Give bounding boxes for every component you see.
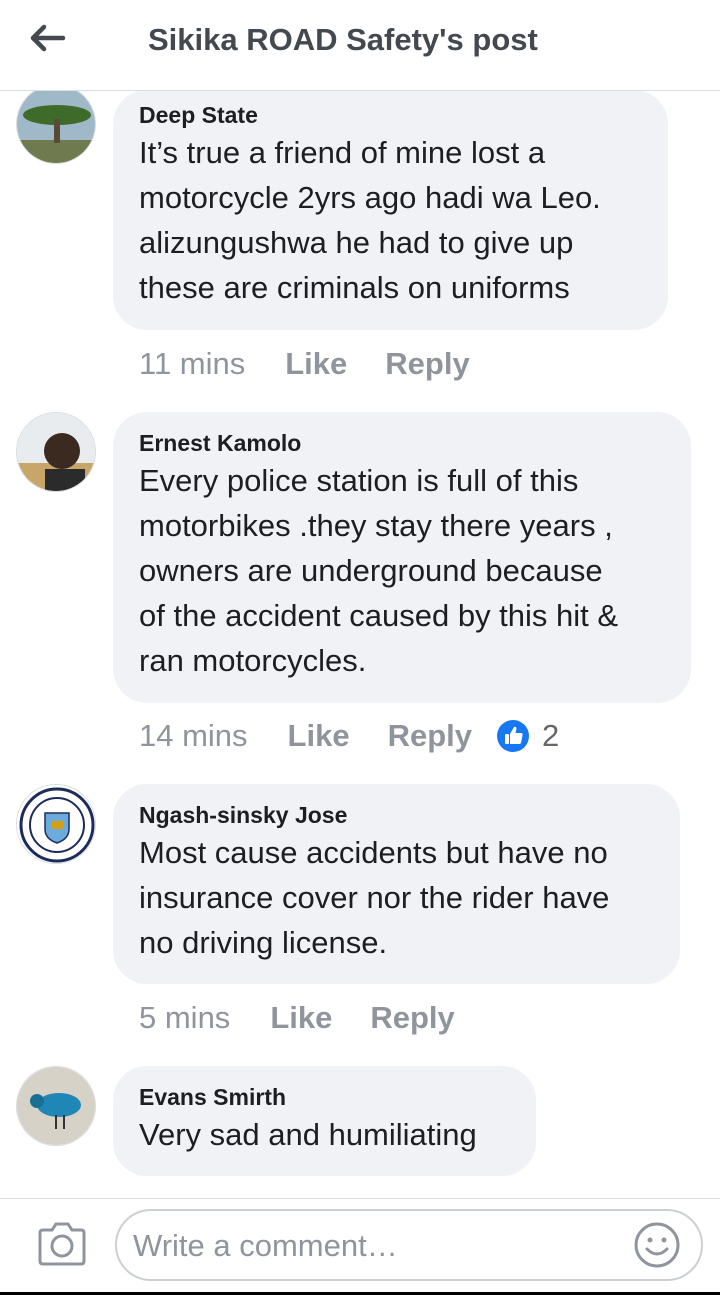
smiley-icon [634, 1222, 680, 1268]
comment-meta: 5 mins Like Reply [139, 1000, 493, 1036]
like-button[interactable]: Like [288, 718, 350, 754]
comment-text: It’s true a friend of mine lost a motorc… [139, 130, 642, 310]
back-arrow-icon [30, 24, 66, 52]
reply-button[interactable]: Reply [385, 346, 469, 382]
reply-button[interactable]: Reply [370, 1000, 454, 1036]
comment-text: Every police station is full of this mot… [139, 458, 665, 683]
comment-line: Most cause accidents but have no [139, 835, 608, 870]
comment-bubble: Ngash-sinsky Jose Most cause accidents b… [113, 784, 680, 984]
comment-line: Very sad and humiliating [139, 1117, 477, 1152]
comment-text: Very sad and humiliating [139, 1112, 510, 1157]
comment-line: Every police station is full of this [139, 463, 579, 498]
page-title: Sikika ROAD Safety's post [148, 22, 538, 57]
avatar[interactable] [16, 84, 96, 164]
comment-input[interactable] [131, 1223, 625, 1269]
comment-author[interactable]: Ernest Kamolo [139, 428, 665, 458]
comment-line: ran motorcycles. [139, 643, 367, 678]
comment-line: alizungushwa he had to give up [139, 225, 574, 260]
comment-time[interactable]: 14 mins [139, 718, 248, 754]
comment-author[interactable]: Evans Smirth [139, 1082, 510, 1112]
comment-line: of the accident caused by this hit & [139, 598, 619, 633]
comment-input-box[interactable] [115, 1209, 703, 1281]
post-header: Sikika ROAD Safety's post [0, 0, 720, 91]
reaction-count: 2 [542, 718, 560, 753]
avatar[interactable] [16, 784, 96, 864]
comment-composer [0, 1198, 720, 1295]
comment-text: Most cause accidents but have no insuran… [139, 830, 654, 965]
camera-icon [38, 1222, 86, 1266]
comment-line: insurance cover nor the rider have [139, 880, 610, 915]
like-button[interactable]: Like [285, 346, 347, 382]
comment-time[interactable]: 5 mins [139, 1000, 230, 1036]
emoji-button[interactable] [633, 1221, 681, 1269]
comment-line: motorcycle 2yrs ago hadi wa Leo. [139, 180, 601, 215]
thumbs-up-icon [497, 720, 529, 752]
comment-time[interactable]: 11 mins [139, 346, 245, 382]
comment-author[interactable]: Ngash-sinsky Jose [139, 800, 654, 830]
back-button[interactable] [22, 16, 72, 60]
comments-list[interactable]: Deep State It’s true a friend of mine lo… [0, 0, 720, 1198]
camera-button[interactable] [36, 1221, 88, 1267]
comment-line: owners are underground because [139, 553, 603, 588]
comment-bubble: Ernest Kamolo Every police station is fu… [113, 412, 691, 703]
comment-meta: 14 mins Like Reply 2 [139, 718, 559, 754]
comment-bubble: Deep State It’s true a friend of mine lo… [113, 90, 668, 330]
comment-line: no driving license. [139, 925, 388, 960]
avatar[interactable] [16, 412, 96, 492]
comment-line: It’s true a friend of mine lost a [139, 135, 546, 170]
avatar[interactable] [16, 1066, 96, 1146]
like-button[interactable]: Like [270, 1000, 332, 1036]
comment-line: motorbikes .they stay there years , [139, 508, 613, 543]
reply-button[interactable]: Reply [388, 718, 472, 754]
reaction-summary[interactable]: 2 [496, 718, 559, 754]
comment-line: these are criminals on uniforms [139, 270, 570, 305]
comment-bubble: Evans Smirth Very sad and humiliating [113, 1066, 536, 1176]
post-comments-screen: Deep State It’s true a friend of mine lo… [0, 0, 720, 1295]
comment-author[interactable]: Deep State [139, 100, 642, 130]
comment-meta: 11 mins Like Reply [139, 346, 508, 382]
